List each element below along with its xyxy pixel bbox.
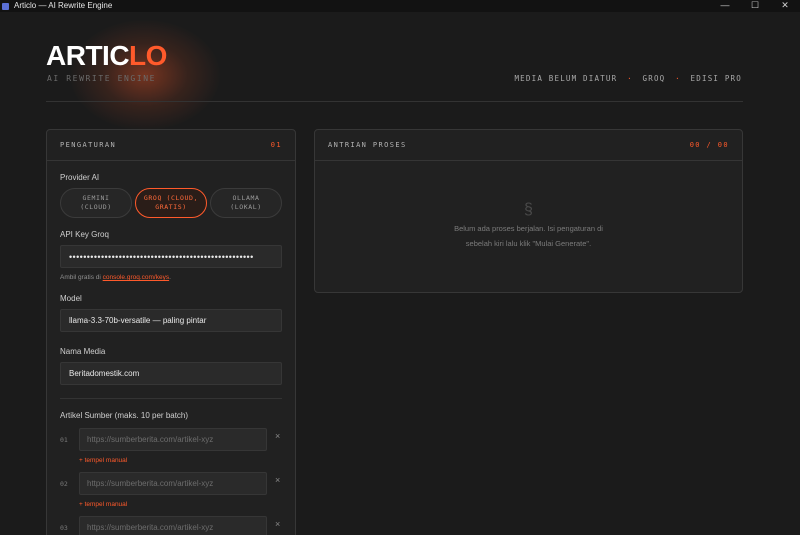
- source-row: 01 https://sumberberita.com/artikel-xyz …: [60, 428, 282, 451]
- empty-message-line1: Belum ada proses berjalan. Isi pengatura…: [454, 224, 603, 233]
- media-name-input[interactable]: Beritadomestik.com: [60, 362, 282, 385]
- tagline: AI REWRITE ENGINE: [47, 74, 157, 83]
- source-url-input[interactable]: https://sumberberita.com/artikel-xyz: [79, 472, 267, 495]
- status-line: MEDIA BELUM DIATUR · GROQ · EDISI PRO: [514, 74, 742, 83]
- hint-suffix: .: [169, 274, 171, 281]
- source-number: 02: [60, 479, 68, 488]
- provider-groq-button[interactable]: GROQ (CLOUD, GRATIS): [135, 188, 207, 218]
- status-separator: ·: [627, 74, 633, 83]
- sources-label: Artikel Sumber (maks. 10 per batch): [60, 411, 189, 420]
- media-name-label: Nama Media: [60, 347, 106, 356]
- header-divider: [46, 101, 743, 102]
- settings-panel: PENGATURAN 01 Provider AI GEMINI (CLOUD)…: [46, 129, 296, 535]
- queue-panel: ANTRIAN PROSES 00 / 00 § Belum ada prose…: [314, 129, 743, 293]
- status-separator: ·: [675, 74, 681, 83]
- source-row: 03 https://sumberberita.com/artikel-xyz …: [60, 516, 282, 535]
- paste-manual-link[interactable]: + tempel manual: [79, 501, 282, 508]
- provider-ollama-button[interactable]: OLLAMA (LOKAL): [210, 188, 282, 218]
- settings-panel-header: PENGATURAN 01: [47, 130, 295, 161]
- logo-text-primary: ARTIC: [46, 40, 130, 71]
- status-edition: EDISI PRO: [690, 74, 742, 83]
- remove-source-icon[interactable]: ×: [275, 475, 280, 485]
- window-controls: — ☐ ✕: [710, 0, 800, 12]
- window-title: Articlo — AI Rewrite Engine: [14, 1, 113, 10]
- queue-panel-header: ANTRIAN PROSES 00 / 00: [315, 130, 742, 161]
- minimize-button[interactable]: —: [710, 0, 740, 12]
- hint-prefix: Ambil gratis di: [60, 274, 103, 281]
- logo-text-accent: LO: [129, 40, 167, 71]
- provider-label: Provider AI: [60, 173, 100, 182]
- paste-manual-link[interactable]: + tempel manual: [79, 457, 282, 464]
- source-number: 01: [60, 435, 68, 444]
- status-media: MEDIA BELUM DIATUR: [514, 74, 618, 83]
- model-label: Model: [60, 294, 82, 303]
- provider-selector: GEMINI (CLOUD) GROQ (CLOUD, GRATIS) OLLA…: [60, 188, 282, 218]
- settings-divider: [60, 398, 282, 399]
- api-key-hint: Ambil gratis di console.groq.com/keys.: [60, 274, 282, 281]
- queue-counter: 00 / 00: [689, 141, 729, 149]
- empty-message-line2: sebelah kiri lalu klik "Mulai Generate".: [465, 239, 592, 248]
- source-url-input[interactable]: https://sumberberita.com/artikel-xyz: [79, 428, 267, 451]
- source-url-input[interactable]: https://sumberberita.com/artikel-xyz: [79, 516, 267, 535]
- source-number: 03: [60, 523, 68, 532]
- groq-console-link[interactable]: console.groq.com/keys: [103, 274, 169, 281]
- provider-gemini-button[interactable]: GEMINI (CLOUD): [60, 188, 132, 218]
- model-select[interactable]: llama-3.3-70b-versatile — paling pintar: [60, 309, 282, 332]
- api-key-input[interactable]: ••••••••••••••••••••••••••••••••••••••••…: [60, 245, 282, 268]
- source-row: 02 https://sumberberita.com/artikel-xyz …: [60, 472, 282, 495]
- settings-step-number: 01: [270, 141, 282, 149]
- queue-empty-state: § Belum ada proses berjalan. Isi pengatu…: [315, 200, 742, 250]
- settings-title: PENGATURAN: [60, 141, 117, 149]
- status-provider: GROQ: [642, 74, 666, 83]
- app-icon: [2, 2, 9, 10]
- app-logo: ARTICLO: [46, 40, 167, 72]
- close-button[interactable]: ✕: [770, 0, 800, 12]
- window-titlebar: Articlo — AI Rewrite Engine — ☐ ✕: [0, 0, 800, 12]
- section-icon: §: [524, 201, 533, 218]
- queue-title: ANTRIAN PROSES: [328, 141, 407, 149]
- remove-source-icon[interactable]: ×: [275, 519, 280, 529]
- remove-source-icon[interactable]: ×: [275, 431, 280, 441]
- api-key-label: API Key Groq: [60, 230, 109, 239]
- maximize-button[interactable]: ☐: [740, 0, 770, 12]
